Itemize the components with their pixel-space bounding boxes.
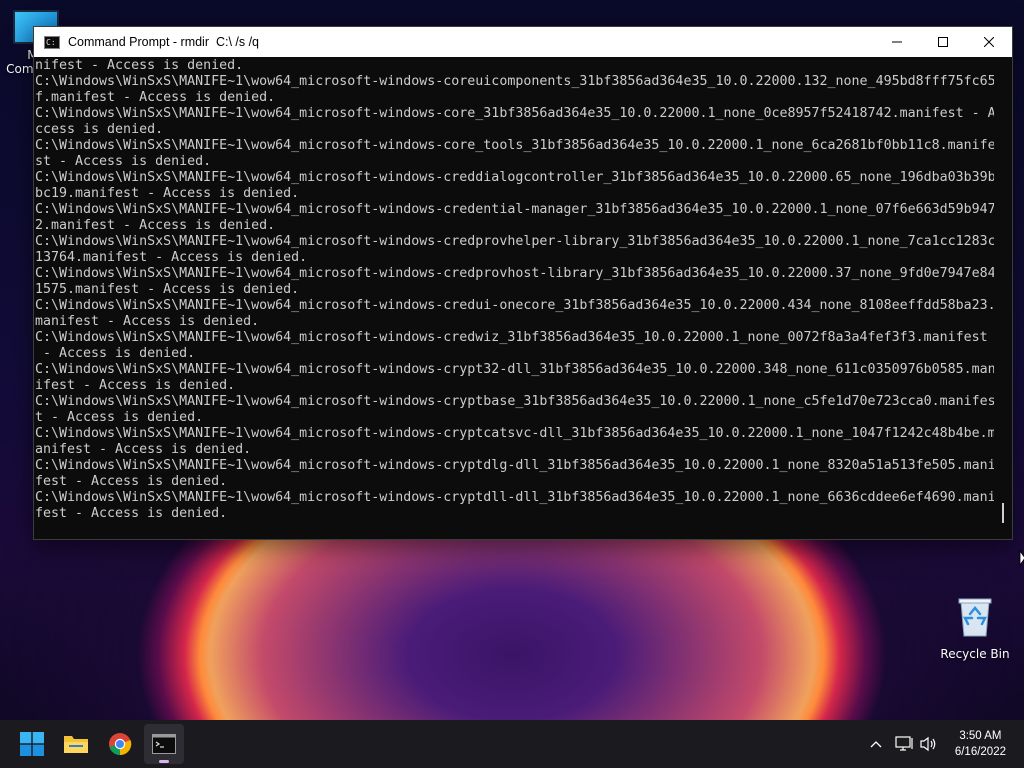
desktop-icon-label: Recycle Bin bbox=[940, 647, 1010, 661]
command-prompt-window[interactable]: C: Command Prompt - rmdir C:\ /s /q nife… bbox=[33, 26, 1013, 540]
chevron-up-icon bbox=[870, 741, 882, 748]
clock[interactable]: 3:50 AM 6/16/2022 bbox=[955, 728, 1006, 760]
console-line: st - Access is denied. bbox=[35, 154, 212, 169]
minimize-icon bbox=[892, 41, 902, 43]
maximize-icon bbox=[938, 37, 948, 47]
console-line: 2.manifest - Access is denied. bbox=[35, 218, 276, 233]
close-icon bbox=[984, 37, 994, 47]
console-icon: C: bbox=[44, 35, 60, 49]
minimize-button[interactable] bbox=[874, 27, 920, 57]
console-line: fest - Access is denied. bbox=[35, 506, 228, 521]
clock-time: 3:50 AM bbox=[959, 730, 1002, 742]
taskbar: 3:50 AM 6/16/2022 bbox=[0, 720, 1024, 768]
volume-icon bbox=[920, 736, 936, 752]
chrome-button[interactable] bbox=[100, 724, 140, 764]
console-line: C:\Windows\WinSxS\MANIFE~1\wow64_microso… bbox=[35, 74, 994, 89]
console-line: anifest - Access is denied. bbox=[35, 442, 252, 457]
scroll-thumb[interactable] bbox=[1002, 503, 1004, 523]
console-line: C:\Windows\WinSxS\MANIFE~1\wow64_microso… bbox=[35, 298, 994, 313]
console-line: f.manifest - Access is denied. bbox=[35, 90, 276, 105]
console-line: nifest - Access is denied. bbox=[35, 58, 244, 73]
console-line: C:\Windows\WinSxS\MANIFE~1\wow64_microso… bbox=[35, 394, 994, 409]
recycle-bin-icon bbox=[958, 598, 992, 637]
console-line: fest - Access is denied. bbox=[35, 474, 228, 489]
console-line: manifest - Access is denied. bbox=[35, 314, 260, 329]
start-button[interactable] bbox=[12, 724, 52, 764]
console-line: C:\Windows\WinSxS\MANIFE~1\wow64_microso… bbox=[35, 266, 994, 281]
console-line: C:\Windows\WinSxS\MANIFE~1\wow64_microso… bbox=[35, 138, 994, 153]
window-controls bbox=[874, 27, 1012, 57]
console-line: t - Access is denied. bbox=[35, 410, 204, 425]
console-line: C:\Windows\WinSxS\MANIFE~1\wow64_microso… bbox=[35, 234, 994, 249]
command-prompt-button[interactable] bbox=[144, 724, 184, 764]
console-line: 13764.manifest - Access is denied. bbox=[35, 250, 308, 265]
console-line: C:\Windows\WinSxS\MANIFE~1\wow64_microso… bbox=[35, 490, 994, 505]
console-output[interactable]: nifest - Access is denied. C:\Windows\Wi… bbox=[34, 57, 994, 539]
volume-button[interactable] bbox=[918, 720, 940, 768]
file-explorer-button[interactable] bbox=[56, 724, 96, 764]
active-indicator bbox=[159, 760, 169, 763]
network-button[interactable] bbox=[893, 720, 915, 768]
title-bar[interactable]: C: Command Prompt - rmdir C:\ /s /q bbox=[34, 27, 1012, 57]
console-line: ccess is denied. bbox=[35, 122, 164, 137]
console-line: C:\Windows\WinSxS\MANIFE~1\wow64_microso… bbox=[35, 330, 988, 345]
windows-start-icon bbox=[20, 732, 44, 756]
console-line: C:\Windows\WinSxS\MANIFE~1\wow64_microso… bbox=[35, 426, 994, 441]
maximize-button[interactable] bbox=[920, 27, 966, 57]
clock-date: 6/16/2022 bbox=[954, 746, 1006, 758]
folder-icon bbox=[64, 736, 88, 753]
console-line: C:\Windows\WinSxS\MANIFE~1\wow64_microso… bbox=[35, 170, 994, 185]
close-button[interactable] bbox=[966, 27, 1012, 57]
console-line: C:\Windows\WinSxS\MANIFE~1\wow64_microso… bbox=[35, 458, 994, 473]
console-line: 1575.manifest - Access is denied. bbox=[35, 282, 300, 297]
mouse-cursor-icon bbox=[1019, 550, 1024, 566]
desktop-icon-recycle-bin[interactable]: Recycle Bin bbox=[935, 596, 1015, 661]
console-line: - Access is denied. bbox=[35, 346, 196, 361]
console-line: C:\Windows\WinSxS\MANIFE~1\wow64_microso… bbox=[35, 362, 994, 377]
console-line: bc19.manifest - Access is denied. bbox=[35, 186, 300, 201]
chrome-icon bbox=[109, 733, 132, 756]
console-line: C:\Windows\WinSxS\MANIFE~1\wow64_microso… bbox=[35, 106, 994, 121]
console-icon bbox=[152, 734, 176, 754]
console-line: ifest - Access is denied. bbox=[35, 378, 236, 393]
network-icon bbox=[895, 736, 913, 751]
vertical-scrollbar[interactable] bbox=[994, 57, 1012, 539]
console-line: C:\Windows\WinSxS\MANIFE~1\wow64_microso… bbox=[35, 202, 994, 217]
window-title: Command Prompt - rmdir C:\ /s /q bbox=[68, 35, 260, 49]
show-hidden-icons-button[interactable] bbox=[866, 720, 886, 768]
